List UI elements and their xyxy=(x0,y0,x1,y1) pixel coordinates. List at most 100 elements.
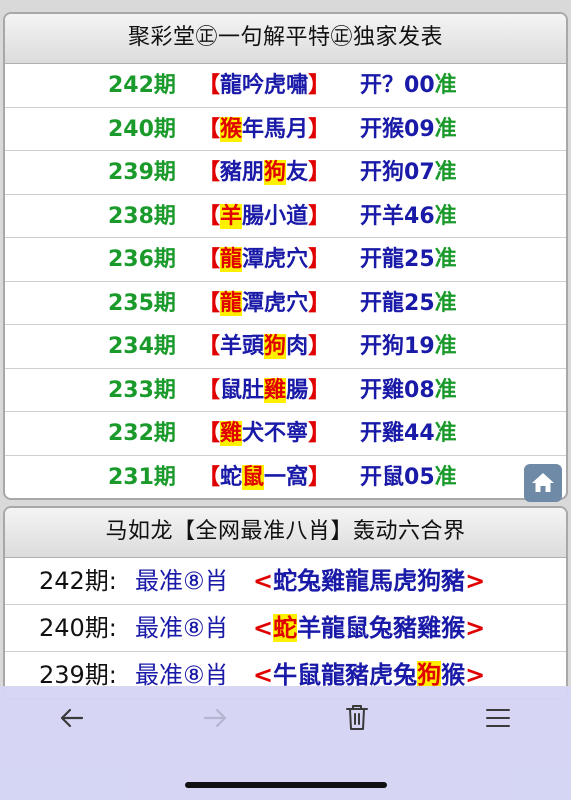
result-value: ？00 xyxy=(382,73,435,98)
phrase-char: 小 xyxy=(264,203,287,229)
phrase-char: 豬 xyxy=(220,160,243,185)
bracket-open: 【 xyxy=(198,377,221,403)
phrase-text: 【羊腸小道】 xyxy=(198,195,330,238)
arrow-right-icon xyxy=(203,708,227,728)
trash-icon xyxy=(346,705,368,730)
row-label: 最准⑧肖 xyxy=(135,567,229,595)
bracket-open: 【 xyxy=(198,73,221,98)
bracket-close: 】 xyxy=(308,203,331,229)
zodiac-char: 兔 xyxy=(297,567,322,595)
result-value: 狗07 xyxy=(382,160,435,185)
phrase-char: 雞 xyxy=(264,377,287,403)
phrase-text: 【羊頭狗肉】 xyxy=(198,325,330,368)
result-text: 开羊46准 xyxy=(360,195,457,238)
result-open: 开 xyxy=(360,116,383,142)
phrase-char: 犬 xyxy=(242,421,265,446)
zodiac-list: 242期: 最准⑧肖 <蛇兔雞龍馬虎狗豬> 240期: 最准⑧肖 <蛇羊龍鼠兔豬雞猴> 23… xyxy=(5,558,566,698)
bracket-close: > xyxy=(465,661,486,689)
period-label: 236期 xyxy=(108,247,176,272)
table-row: 239期 【豬朋狗友】 开狗07准 xyxy=(5,151,566,195)
zodiac-char: 蛇 xyxy=(273,567,298,595)
result-value: 羊46 xyxy=(382,203,435,229)
forward-button[interactable] xyxy=(195,698,235,738)
phrase-char: 狗 xyxy=(264,160,287,185)
zodiac-char: 鼠 xyxy=(345,614,370,642)
period-label: 238期 xyxy=(108,203,176,229)
bracket-close: > xyxy=(465,567,486,595)
result-open: 开 xyxy=(360,203,383,229)
phrase-char: 穴 xyxy=(286,247,309,272)
phrase-char: 猴 xyxy=(220,116,243,142)
menu-button[interactable] xyxy=(478,698,518,738)
result-value: 鼠05 xyxy=(382,464,435,490)
period-label: 242期: xyxy=(39,567,117,595)
bracket-close: 】 xyxy=(308,290,331,316)
phrase-char: 腸 xyxy=(286,377,309,403)
phrase-char: 鼠 xyxy=(220,377,243,403)
zodiac-char: 豬 xyxy=(393,614,418,642)
phrase-text: 【龍潭虎穴】 xyxy=(198,238,330,281)
period-label: 235期 xyxy=(108,290,176,316)
result-zhun: 准 xyxy=(434,290,457,316)
result-zhun: 准 xyxy=(434,203,457,229)
result-zhun: 准 xyxy=(434,377,457,403)
panel-title: 聚彩堂㊣一句解平特㊣独家发表 xyxy=(5,14,566,64)
zodiac-char: 牛 xyxy=(273,661,298,689)
bracket-open: 【 xyxy=(198,464,221,490)
result-text: 开雞08准 xyxy=(360,369,457,412)
phrase-char: 虎 xyxy=(264,73,287,98)
phrase-text: 【鼠肚雞腸】 xyxy=(198,369,330,412)
row-label: 最准⑧肖 xyxy=(135,614,229,642)
period-label: 242期 xyxy=(108,73,176,98)
home-indicator[interactable] xyxy=(185,782,387,788)
zodiac-char: 雞 xyxy=(321,567,346,595)
table-row: 231期 【蛇鼠一窩】 开鼠05准 xyxy=(5,456,566,499)
bracket-close: > xyxy=(465,614,486,642)
bracket-open: < xyxy=(253,567,274,595)
phrase-char: 年 xyxy=(242,116,265,142)
prediction-list: 242期 【龍吟虎嘯】 开？00准 240期 【猴年馬月】 开猴09准 239期 【豬朋狗友】… xyxy=(5,64,566,499)
delete-button[interactable] xyxy=(337,698,377,738)
result-zhun: 准 xyxy=(434,116,457,142)
phrase-char: 寧 xyxy=(286,421,309,446)
home-icon xyxy=(532,473,554,492)
table-row: 240期: 最准⑧肖 <蛇羊龍鼠兔豬雞猴> xyxy=(5,605,566,652)
bracket-close: 】 xyxy=(308,334,331,359)
zodiac-char: 雞 xyxy=(417,614,442,642)
phrase-char: 穴 xyxy=(286,290,309,316)
phrase-char: 雞 xyxy=(220,421,243,446)
period-label: 231期 xyxy=(108,464,176,490)
phrase-char: 頭 xyxy=(242,334,265,359)
bracket-close: 】 xyxy=(308,160,331,185)
phrase-char: 吟 xyxy=(242,73,265,98)
bracket-open: 【 xyxy=(198,116,221,142)
period-label: 232期 xyxy=(108,421,176,446)
table-row: 234期 【羊頭狗肉】 开狗19准 xyxy=(5,325,566,369)
home-button[interactable] xyxy=(524,464,562,502)
result-zhun: 准 xyxy=(434,160,457,185)
phrase-char: 不 xyxy=(264,421,287,446)
phrase-char: 道 xyxy=(286,203,309,229)
bracket-close: 】 xyxy=(308,421,331,446)
zodiac-char: 鼠 xyxy=(297,661,322,689)
result-value: 雞44 xyxy=(382,421,435,446)
phrase-char: 虎 xyxy=(264,290,287,316)
result-text: 开鼠05准 xyxy=(360,456,457,499)
phrase-char: 羊 xyxy=(220,334,243,359)
phrase-text: 【龍吟虎嘯】 xyxy=(198,64,330,107)
bracket-close: 】 xyxy=(308,464,331,490)
bracket-close: 】 xyxy=(308,247,331,272)
bracket-open: 【 xyxy=(198,203,221,229)
table-row: 236期 【龍潭虎穴】 开龍25准 xyxy=(5,238,566,282)
table-row: 233期 【鼠肚雞腸】 开雞08准 xyxy=(5,369,566,412)
zodiac-char: 龍 xyxy=(321,614,346,642)
phrase-text: 【蛇鼠一窩】 xyxy=(198,456,330,499)
phrase-text: 【豬朋狗友】 xyxy=(198,151,330,194)
zodiac-char: 狗 xyxy=(417,661,442,689)
result-zhun: 准 xyxy=(434,73,457,98)
back-button[interactable] xyxy=(52,698,92,738)
phrase-char: 潭 xyxy=(242,247,265,272)
phrase-char: 一 xyxy=(264,464,287,490)
zodiac-char: 猴 xyxy=(441,614,466,642)
bracket-close: 】 xyxy=(308,377,331,403)
